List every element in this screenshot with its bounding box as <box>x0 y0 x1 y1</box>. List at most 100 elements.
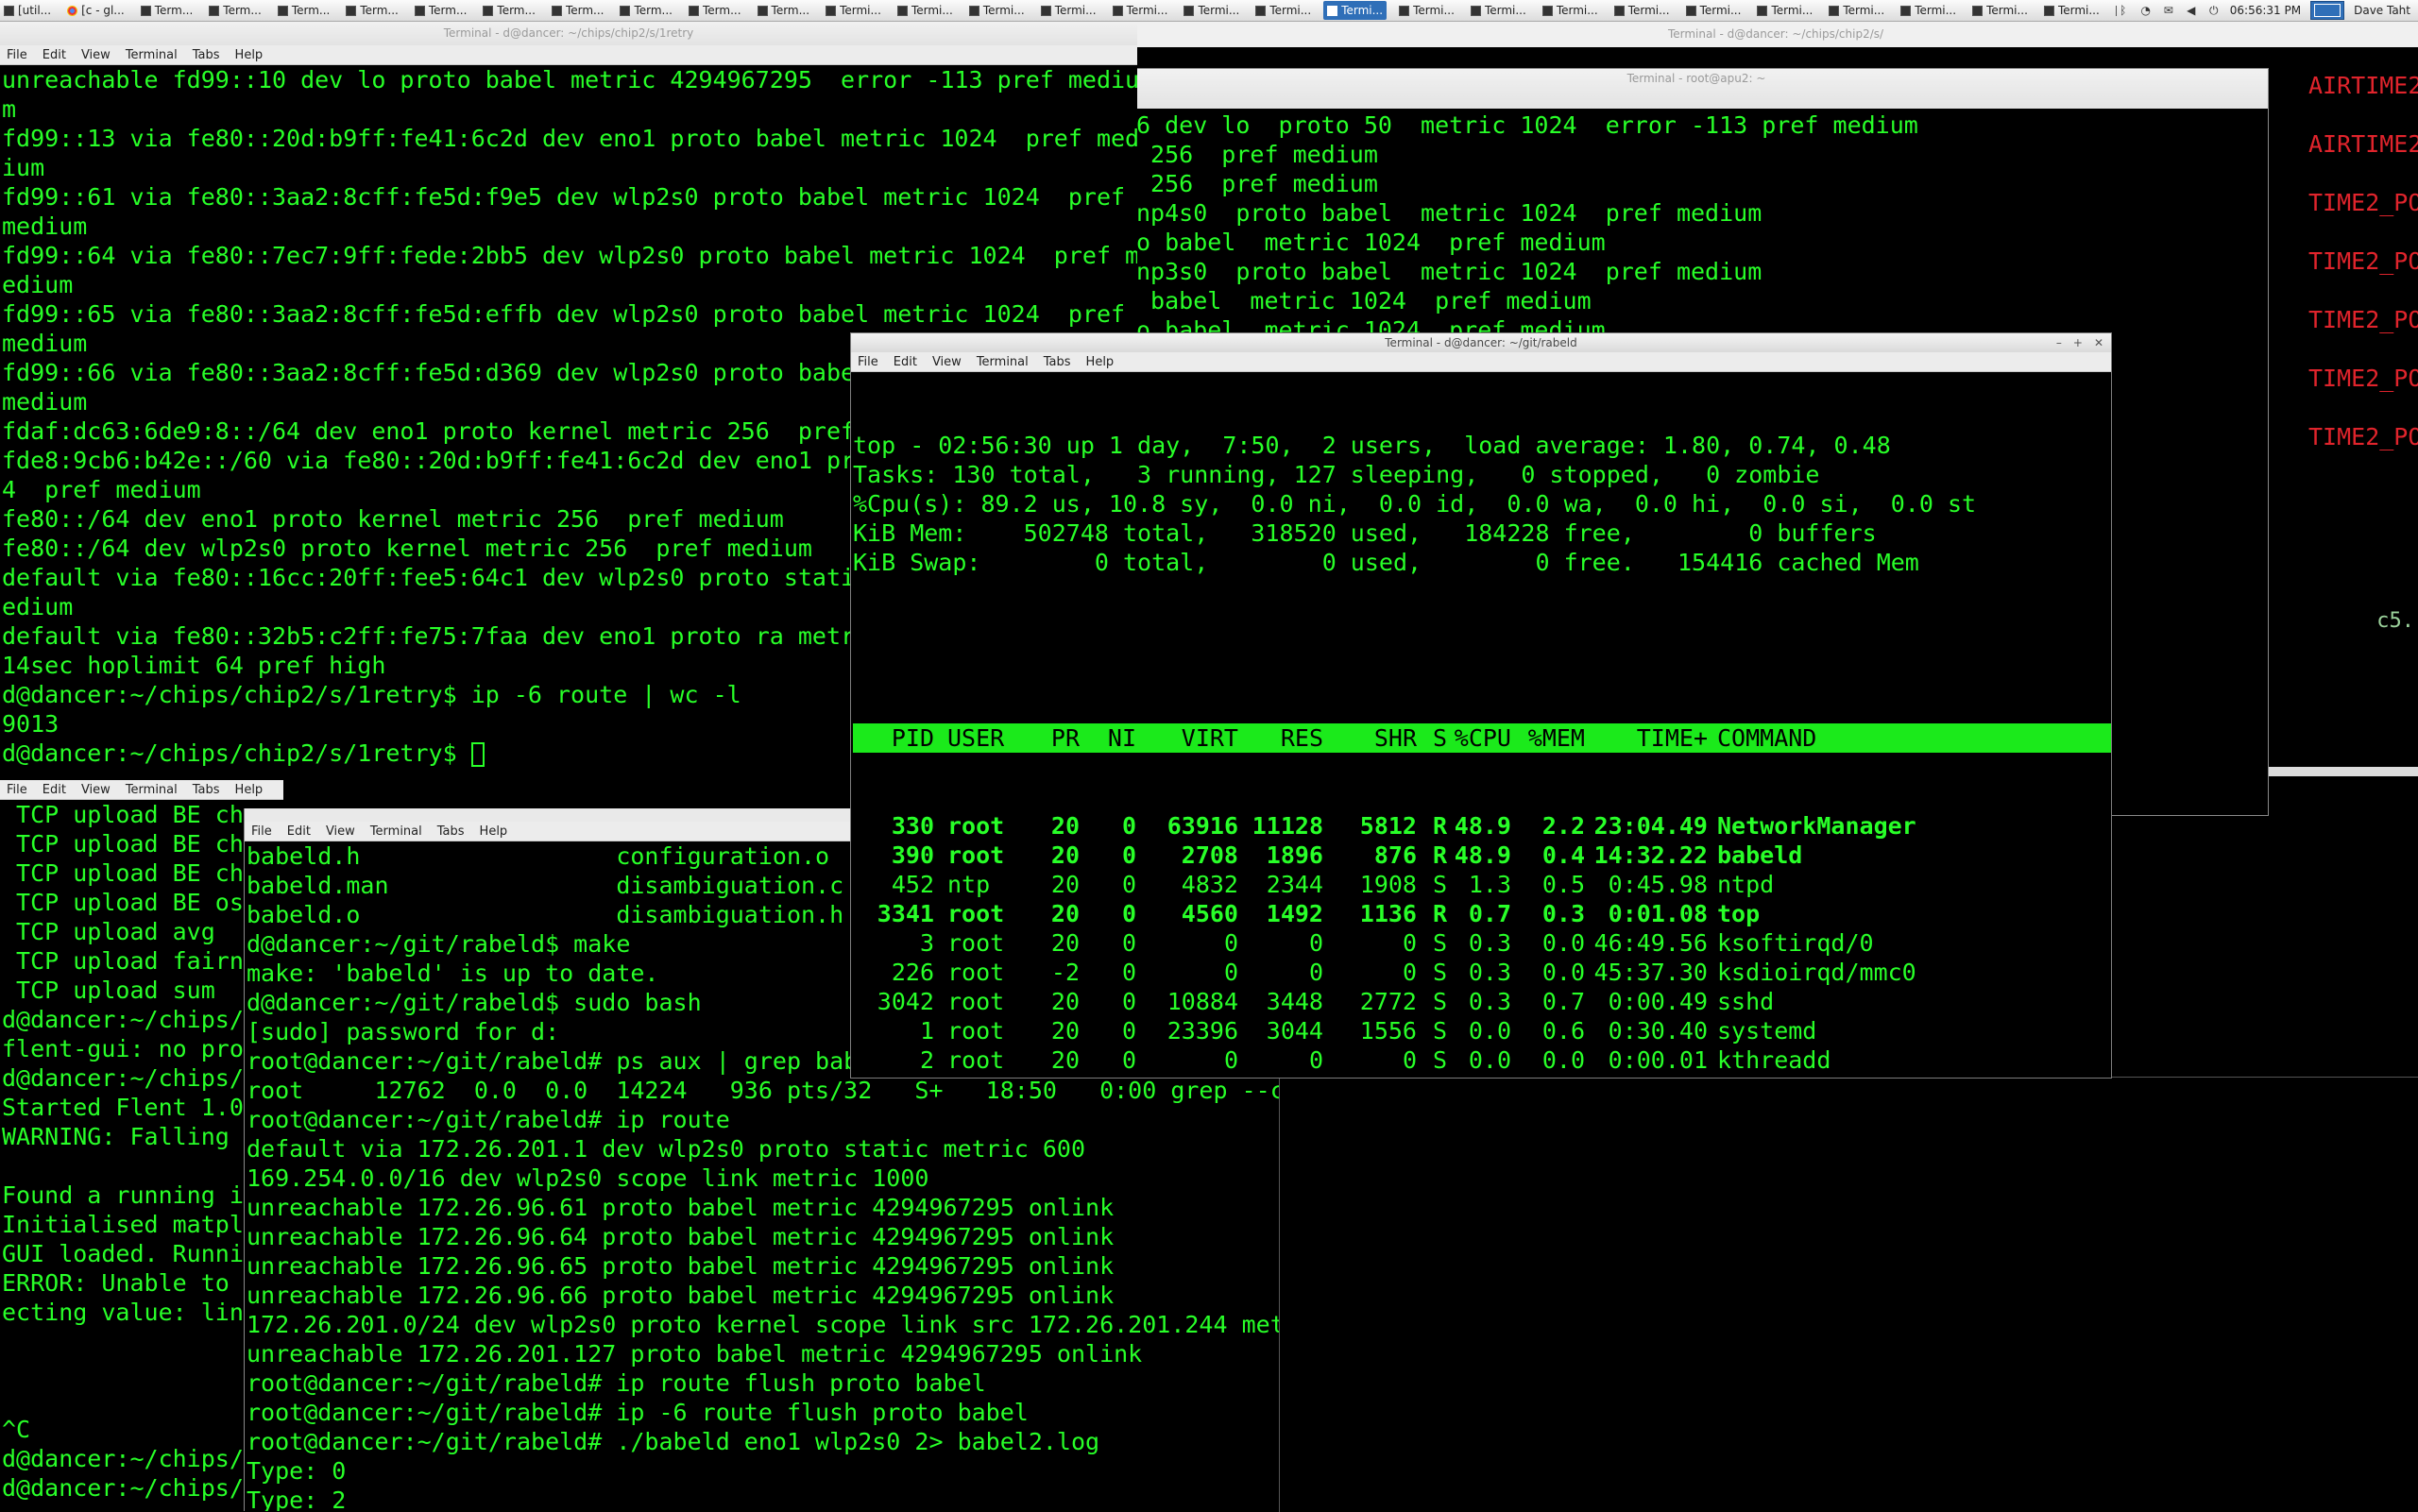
taskbar-window-label: Term... <box>703 4 741 17</box>
taskbar-window-button[interactable]: Termi... <box>1753 1 1816 20</box>
menu-help[interactable]: Help <box>1080 355 1123 369</box>
taskbar-window-button[interactable]: Termi... <box>1682 1 1745 20</box>
close-icon[interactable]: ✕ <box>2094 333 2103 352</box>
table-cell-time: 0:00.01 <box>1608 1046 1708 1074</box>
menu-edit[interactable]: Edit <box>36 48 75 62</box>
terminal-line: fd99::64 via fe80::7ec7:9ff:fede:2bb5 de… <box>2 242 1137 269</box>
taskbar-window-button[interactable]: Termi... <box>1897 1 1960 20</box>
menu-view[interactable]: View <box>75 48 119 62</box>
menu-file[interactable]: File <box>0 783 36 797</box>
taskbar-window-button[interactable]: Termi... <box>1252 1 1315 20</box>
taskbar-window-button[interactable]: Termi... <box>1180 1 1243 20</box>
menu-file[interactable]: File <box>851 355 887 369</box>
menu-view[interactable]: View <box>319 824 364 839</box>
menu-help[interactable]: Help <box>473 824 517 839</box>
terminal-line: flent-gui: no pro <box>2 1035 244 1062</box>
window-titlebar[interactable]: Terminal - d@dancer: ~/chips/chip2/s/1re… <box>0 21 1137 45</box>
table-cell-time: 46:49.56 <box>1593 929 1708 957</box>
table-cell-pr: 20 <box>1050 900 1080 927</box>
menu-terminal[interactable]: Terminal <box>970 355 1037 369</box>
taskbar-window-button[interactable]: [util... <box>0 1 55 20</box>
taskbar-window-label: Termi... <box>982 4 1025 17</box>
window-titlebar[interactable]: Terminal - d@dancer: ~/chips/chip2/s/ <box>1133 21 2418 47</box>
taskbar-window-button[interactable]: Termi... <box>965 1 1029 20</box>
taskbar-window-button[interactable]: Term... <box>685 1 745 20</box>
taskbar-window-button[interactable]: Term... <box>411 1 471 20</box>
taskbar-window-button[interactable]: Termi... <box>894 1 957 20</box>
taskbar-window-button[interactable]: Termi... <box>1037 1 1100 20</box>
table-cell-pid: 452 <box>891 871 934 898</box>
terminal-line: TIME2_PO <box>2308 423 2418 450</box>
terminal-window-flent[interactable]: File Edit View Terminal Tabs Help TCP up… <box>0 780 283 1511</box>
taskbar-window-button[interactable]: Termi... <box>822 1 885 20</box>
volume-icon[interactable]: ◀ <box>2185 4 2198 17</box>
taskbar-window-button[interactable]: Termi... <box>1968 1 2032 20</box>
menu-tabs[interactable]: Tabs <box>431 824 473 839</box>
taskbar-window-button[interactable]: Term... <box>137 1 197 20</box>
top-summary-line: KiB Swap: 0 total, 0 used, 0 free. 15441… <box>853 549 1919 576</box>
table-cell-user: root <box>947 812 1005 840</box>
taskbar-window-button[interactable]: Term... <box>754 1 814 20</box>
menu-edit[interactable]: Edit <box>36 783 75 797</box>
taskbar-window-label: Termi... <box>1341 4 1384 17</box>
terminal-line: ERROR: Unable to <box>2 1269 230 1297</box>
taskbar-window-button[interactable]: Termi... <box>1323 1 1388 20</box>
menu-tabs[interactable]: Tabs <box>186 783 229 797</box>
menu-view[interactable]: View <box>926 355 970 369</box>
taskbar-window-button[interactable]: Termi... <box>1825 1 1888 20</box>
clock[interactable]: 06:56:31 PM <box>2230 4 2301 17</box>
menu-view[interactable]: View <box>75 783 119 797</box>
terminal-line: TCP upload fairn <box>2 947 244 975</box>
taskbar-window-button[interactable]: Termi... <box>1610 1 1674 20</box>
terminal-window-top[interactable]: Terminal - d@dancer: ~/git/rabeld – + ✕ … <box>850 332 2112 1079</box>
menu-tabs[interactable]: Tabs <box>1037 355 1080 369</box>
maximize-icon[interactable]: + <box>2073 333 2083 352</box>
wifi-icon[interactable]: ◔ <box>2139 4 2153 17</box>
taskbar-window-label: Termi... <box>840 4 881 17</box>
taskbar-window-button[interactable]: Termi... <box>2040 1 2103 20</box>
table-cell-pid: 2 <box>919 1046 934 1074</box>
taskbar-window-button[interactable]: Termi... <box>1467 1 1530 20</box>
terminal-icon <box>1470 5 1481 16</box>
user-name[interactable]: Dave Taht <box>2354 4 2410 17</box>
workspace-switcher[interactable] <box>2310 1 2345 20</box>
taskbar-window-button[interactable]: Term... <box>616 1 676 20</box>
taskbar-window-button[interactable]: Termi... <box>1539 1 1602 20</box>
menu-edit[interactable]: Edit <box>887 355 926 369</box>
taskbar-window-button[interactable]: Term... <box>205 1 265 20</box>
menu-help[interactable]: Help <box>229 48 272 62</box>
taskbar-window-list: [util... [c - gl... Term... Term... Term... T… <box>0 0 2117 21</box>
menu-terminal[interactable]: Terminal <box>119 783 186 797</box>
menu-file[interactable]: File <box>245 824 281 839</box>
taskbar-window-button[interactable]: Termi... <box>1109 1 1172 20</box>
taskbar-window-button[interactable]: Term... <box>548 1 608 20</box>
terminal-line: TIME2_PO <box>2308 189 2418 216</box>
taskbar-window-button[interactable]: [c - gl... <box>63 1 128 20</box>
taskbar-window-button[interactable]: Term... <box>342 1 402 20</box>
window-titlebar[interactable]: Terminal - root@apu2: ~ <box>1125 69 2268 109</box>
taskbar-window-label: Term... <box>428 4 468 17</box>
terminal-line: Started Flent 1.0 <box>2 1094 244 1121</box>
taskbar-window-button[interactable]: Term... <box>274 1 334 20</box>
menu-file[interactable]: File <box>0 48 36 62</box>
process-table-header: PID USER PR NI VIRT RES SHR S %CPU %MEM TIME+ COMMA… <box>853 723 2111 753</box>
menu-terminal[interactable]: Terminal <box>119 48 186 62</box>
column-header: S <box>1432 724 1447 752</box>
bluetooth-icon[interactable]: ᛒ <box>2117 4 2130 17</box>
terminal-line: fd99::13 via fe80::20d:b9ff:fe41:6c2d de… <box>2 125 1137 152</box>
taskbar-window-button[interactable]: Term... <box>479 1 539 20</box>
power-icon[interactable]: ⏻ <box>2207 4 2221 17</box>
table-cell-cpu: 0.0 <box>1447 1075 1511 1078</box>
mail-icon[interactable]: ✉ <box>2162 4 2175 17</box>
terminal-window-blank[interactable] <box>1279 1077 2418 1512</box>
taskbar-window-button[interactable]: Termi... <box>1395 1 1458 20</box>
table-cell-pid: 3341 <box>877 900 934 927</box>
table-cell-s: R <box>1432 841 1447 869</box>
menu-edit[interactable]: Edit <box>281 824 319 839</box>
minimize-icon[interactable]: – <box>2056 333 2062 352</box>
window-titlebar[interactable]: Terminal - d@dancer: ~/git/rabeld – + ✕ <box>851 333 2111 352</box>
menu-tabs[interactable]: Tabs <box>186 48 229 62</box>
menu-help[interactable]: Help <box>229 783 272 797</box>
menu-terminal[interactable]: Terminal <box>364 824 431 839</box>
